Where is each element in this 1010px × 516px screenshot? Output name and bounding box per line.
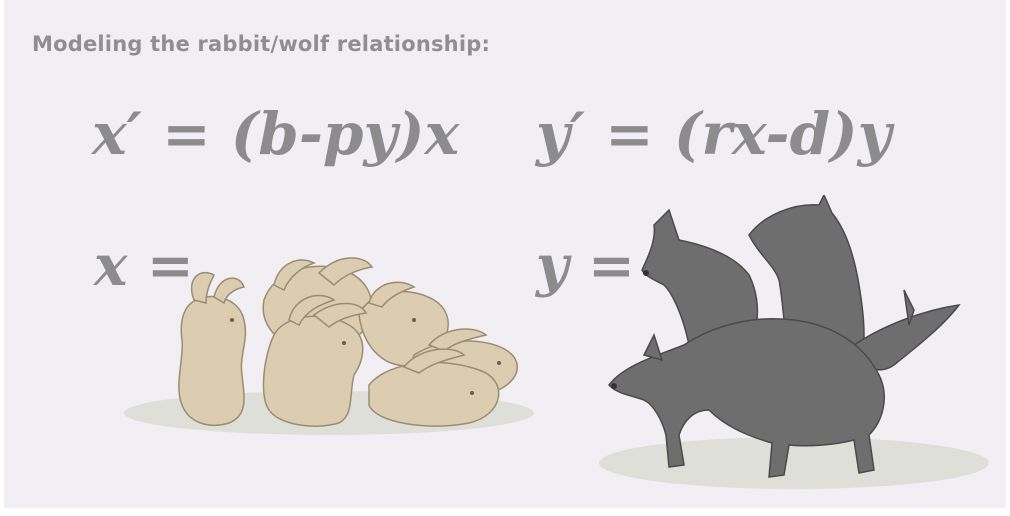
- wolf-nose-back: [643, 270, 649, 276]
- wolves-illustration: [599, 195, 989, 489]
- wolf-tail: [853, 289, 961, 371]
- wolf-nose: [611, 383, 617, 389]
- illustration-panel: Modeling the rabbit/wolf relationship: x…: [4, 0, 1006, 508]
- rabbits-illustration: [124, 257, 534, 435]
- wolf-equation: y′ = (rx-d)y: [536, 100, 892, 168]
- rabbit-left: [178, 271, 247, 426]
- bottom-border: [0, 508, 1010, 516]
- rabbit-equation: x′ = (b-py)x: [92, 100, 460, 168]
- panel-heading: Modeling the rabbit/wolf relationship:: [32, 32, 491, 56]
